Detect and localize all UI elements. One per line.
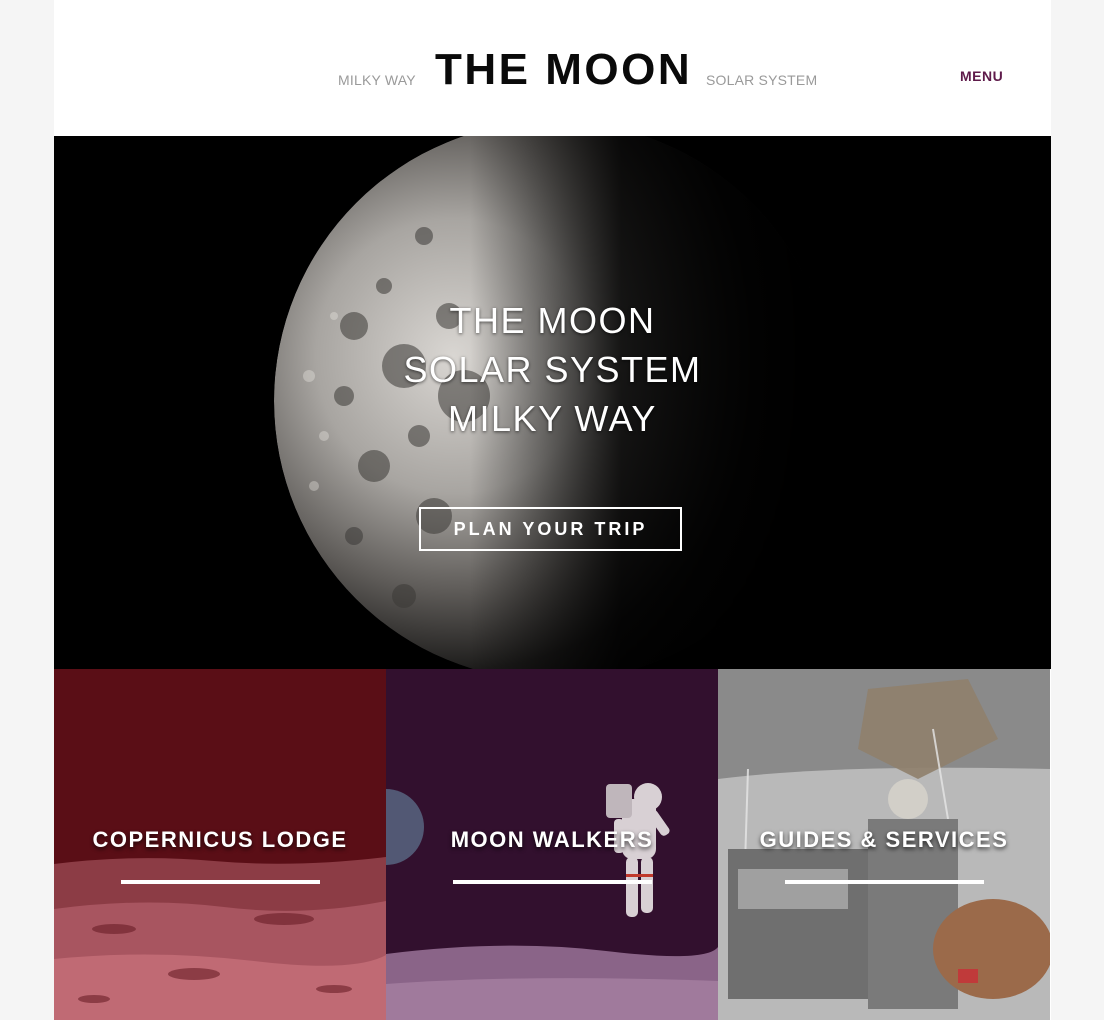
- hero-line-1: THE MOON: [449, 300, 656, 341]
- hero-headline: THE MOON SOLAR SYSTEM MILKY WAY: [54, 296, 1051, 443]
- tile-label: GUIDES & SERVICES: [759, 827, 1009, 852]
- tile-underline: [785, 880, 984, 884]
- nav-link-milky-way[interactable]: MILKY WAY: [338, 72, 416, 88]
- tile-guides-services[interactable]: GUIDES & SERVICES: [718, 669, 1050, 1020]
- tile-moon-walkers[interactable]: MOON WALKERS: [386, 669, 718, 1020]
- site-header: MILKY WAY THE MOON SOLAR SYSTEM MENU: [54, 0, 1051, 136]
- tile-copernicus-lodge[interactable]: COPERNICUS LODGE: [54, 669, 386, 1020]
- tile-underline: [121, 880, 320, 884]
- site-title[interactable]: THE MOON: [435, 44, 692, 96]
- tile-label: COPERNICUS LODGE: [92, 827, 348, 852]
- hero: THE MOON SOLAR SYSTEM MILKY WAY PLAN YOU…: [54, 136, 1051, 669]
- hero-line-3: MILKY WAY: [448, 398, 657, 439]
- feature-tiles: COPERNICUS LODGE MOON WALKERS GUIDES & S…: [54, 669, 1051, 1020]
- tile-label: MOON WALKERS: [450, 827, 654, 852]
- nav-link-solar-system[interactable]: SOLAR SYSTEM: [706, 72, 817, 88]
- page: MILKY WAY THE MOON SOLAR SYSTEM MENU THE…: [54, 0, 1051, 1020]
- hero-line-2: SOLAR SYSTEM: [403, 349, 702, 390]
- menu-button[interactable]: MENU: [960, 68, 1003, 84]
- tile-underline: [453, 880, 652, 884]
- plan-your-trip-button[interactable]: PLAN YOUR TRIP: [419, 507, 682, 551]
